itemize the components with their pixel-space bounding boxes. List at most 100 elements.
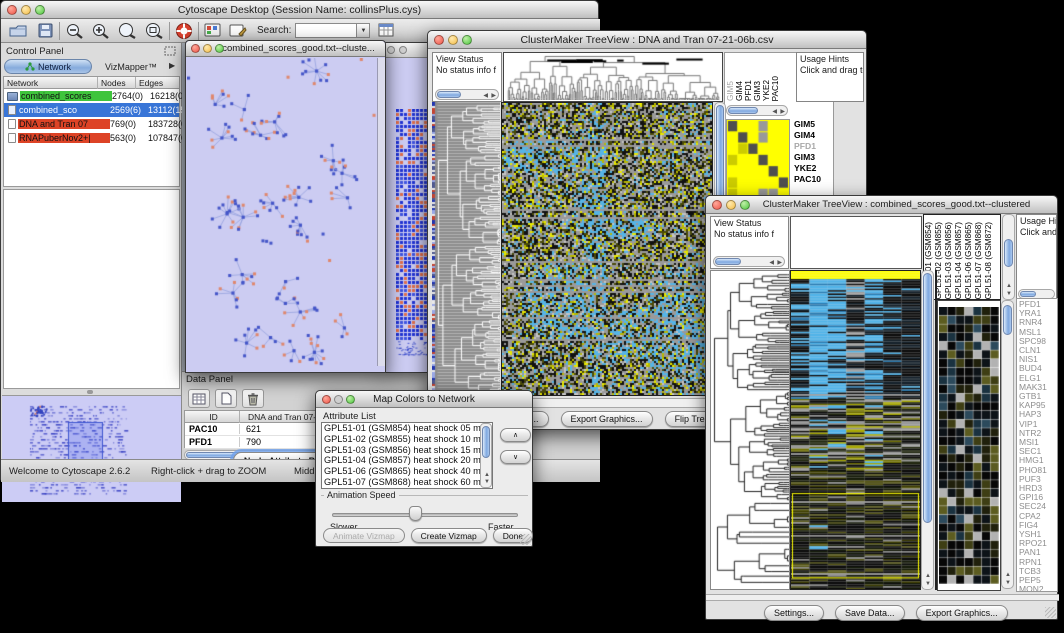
window-controls[interactable] [7,5,45,15]
scroll-down-arrow[interactable]: ▼ [1006,291,1012,297]
scroll-thumb[interactable] [1003,305,1012,335]
help-lifesaver-icon[interactable] [175,22,193,40]
scroll-thumb[interactable] [482,426,490,458]
tab-vizmapper[interactable]: VizMapper™ [105,62,157,72]
import-table-icon[interactable] [378,22,396,39]
zoom-button[interactable] [462,35,472,45]
treeview2-heatmap-canvas[interactable] [790,270,921,590]
panel-layout-icon[interactable] [204,22,222,39]
scroll-thumb[interactable] [728,107,758,114]
close-button[interactable] [191,44,200,53]
inactive-minimize-button[interactable] [399,46,407,54]
column-label[interactable]: GPL51-04 (GSM857) [954,222,964,299]
scroll-down-arrow[interactable]: ▼ [484,479,490,485]
scroll-up-arrow[interactable]: ▲ [1005,572,1011,578]
inactive-close-button[interactable] [387,46,395,54]
main-titlebar[interactable]: Cytoscape Desktop (Session Name: collins… [1,1,598,19]
zoom-button[interactable] [35,5,45,15]
treeview1-row-dendrogram-canvas[interactable] [432,102,500,396]
treeview2-labels-vscrollbar[interactable]: ▲ ▼ [1002,214,1015,300]
row-label[interactable]: PAC10 [794,174,821,185]
network-row[interactable]: DNA and Tran 07 769(0) 183728(0) [4,117,179,131]
save-icon[interactable] [37,22,54,39]
column-label[interactable]: GPL51-08 (GSM872) [984,222,994,299]
column-label[interactable]: GIM3 [753,81,762,101]
network-overview-canvas[interactable] [2,395,181,502]
column-label[interactable]: GPL51-06 (GSM865) [964,222,974,299]
tab-overflow-arrow[interactable]: ▶ [169,61,175,70]
row-label[interactable]: GIM4 [794,130,821,141]
treeview1-column-dendrogram[interactable] [503,52,723,102]
close-button[interactable] [322,395,331,404]
attribute-option[interactable]: GPL51-07 (GSM868) heat shock 60 min [322,477,492,488]
treeview1-button[interactable]: Export Graphics... [561,411,653,427]
attribute-list-vscrollbar[interactable]: ▲ ▼ [480,423,492,488]
splitter-handle[interactable] [87,390,93,394]
column-label[interactable]: PAC10 [771,76,780,101]
attribute-select-button[interactable] [188,389,210,408]
move-up-button[interactable]: ∧ [500,428,531,442]
attribute-option[interactable]: GPL51-02 (GSM855) heat shock 10 min [322,434,492,445]
scroll-left-arrow[interactable]: ◀ [483,93,488,99]
dense-grid-network-canvas[interactable] [396,109,430,357]
search-input[interactable] [295,23,357,38]
treeview2-row-dendrogram-canvas[interactable] [710,270,790,590]
treeview1-zoom-heatmap-canvas[interactable] [726,119,790,201]
column-label[interactable]: GPL51-03 (GSM856) [944,222,954,299]
speed-slider-track[interactable] [332,513,518,517]
row-label[interactable]: PFD1 [794,141,821,152]
scroll-up-arrow[interactable]: ▲ [925,573,931,579]
zoom-button[interactable] [740,200,750,210]
network-view-titlebar[interactable]: combined_scores_good.txt--cluste... [186,41,385,57]
delete-attribute-button[interactable] [242,389,264,408]
minimize-button[interactable] [448,35,458,45]
scroll-right-arrow[interactable]: ▶ [780,109,785,115]
dialog-button[interactable]: Create Vizmap [411,528,487,543]
minimize-button[interactable] [726,200,736,210]
new-attribute-button[interactable] [215,389,237,408]
scroll-right-arrow[interactable]: ▶ [777,260,782,266]
network-row[interactable]: RNAPuberNov2+| 563(0) 107847(0) [4,131,179,145]
column-label[interactable]: GPL51-07 (GSM868) [974,222,984,299]
dialog-controls[interactable] [322,395,355,404]
minimize-button[interactable] [203,44,212,53]
speed-slider-thumb[interactable] [409,506,422,521]
row-label[interactable]: GIM5 [794,119,821,130]
tab-network[interactable]: Network [4,59,92,74]
scroll-up-arrow[interactable]: ▲ [484,472,490,478]
move-down-button[interactable]: ∨ [500,450,531,464]
zoom-button[interactable] [215,44,224,53]
open-folder-icon[interactable] [9,22,28,39]
treeview2-button[interactable]: Save Data... [835,605,905,621]
zoom-fit-icon[interactable] [144,22,164,40]
treeview1-controls[interactable] [434,35,472,45]
treeview1-status-hscrollbar[interactable]: ◀ ▶ [435,89,499,100]
network-row[interactable]: combined_sco 2569(6) 13112(15) [4,103,179,117]
scroll-thumb[interactable] [437,91,461,98]
dialog-titlebar[interactable]: Map Colors to Network [316,391,532,408]
close-button[interactable] [434,35,444,45]
resize-grip[interactable] [520,534,531,545]
scroll-thumb[interactable] [1020,291,1036,297]
attribute-option[interactable]: GPL51-04 (GSM857) heat shock 20 min [322,455,492,466]
scroll-left-arrow[interactable]: ◀ [772,109,777,115]
treeview2-status-hscrollbar[interactable]: ◀ ▶ [713,256,785,267]
attribute-option[interactable]: GPL51-01 (GSM854) heat shock 05 min [322,423,492,434]
treeview1-zoom-hscrollbar[interactable]: ◀ ▶ [726,105,788,116]
treeview2-zoom-vscrollbar[interactable]: ▲ ▼ [1001,300,1014,589]
treeview2-heatmap-vscrollbar[interactable]: ▲ ▼ [921,270,934,590]
treeview2-column-dendrogram[interactable] [790,216,922,269]
treeview1-heatmap-canvas[interactable] [501,102,713,396]
scroll-left-arrow[interactable]: ◀ [769,260,774,266]
float-panel-icon[interactable] [164,46,176,56]
snapshot-icon[interactable] [229,22,247,39]
column-label[interactable]: GIM4 [735,81,744,101]
attribute-option[interactable]: GPL51-06 (GSM865) heat shock 40 min [322,466,492,477]
search-dropdown-button[interactable]: ▼ [357,23,370,38]
scroll-thumb[interactable] [715,258,741,265]
treeview2-button[interactable]: Export Graphics... [916,605,1008,621]
scroll-thumb[interactable] [1004,239,1013,267]
zoom-out-icon[interactable] [65,22,84,40]
treeview2-button[interactable]: Settings... [764,605,824,621]
row-label[interactable]: YKE2 [794,163,821,174]
